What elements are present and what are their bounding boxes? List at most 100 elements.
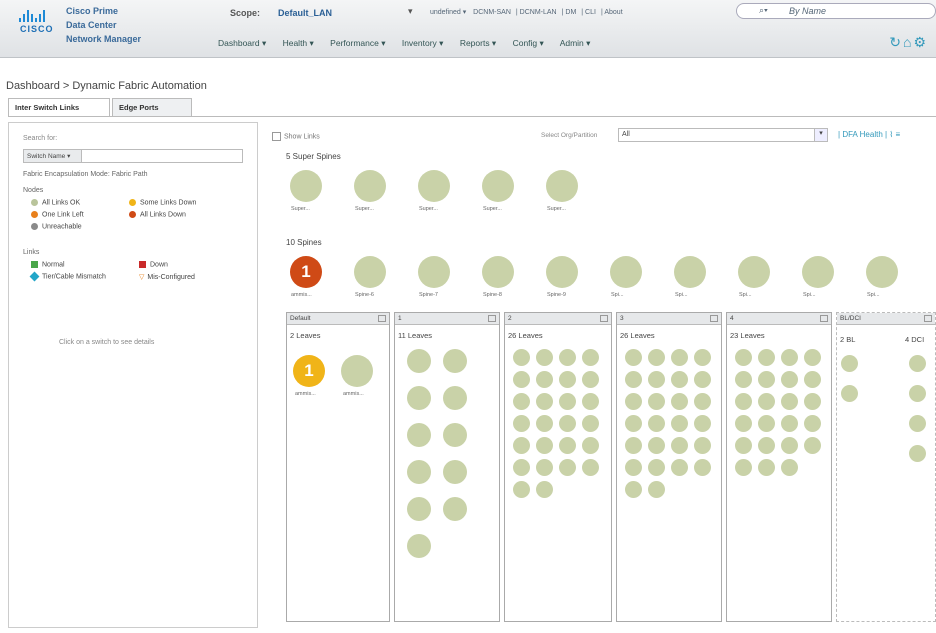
leaf-node[interactable]: [648, 437, 665, 454]
show-links-checkbox[interactable]: [272, 132, 281, 141]
leaf-node[interactable]: [407, 534, 431, 558]
leaf-node[interactable]: [625, 481, 642, 498]
leaf-node[interactable]: [781, 393, 798, 410]
super-spine-node[interactable]: [290, 170, 322, 202]
nav-performance[interactable]: Performance ▾: [330, 38, 385, 48]
settings-icon[interactable]: ⚙: [913, 34, 928, 50]
leaf-node[interactable]: [735, 459, 752, 476]
scope-caret-icon[interactable]: ▾: [408, 6, 413, 17]
home-icon[interactable]: ⌂: [903, 34, 913, 50]
leaf-node[interactable]: [804, 371, 821, 388]
leaf-node[interactable]: [804, 437, 821, 454]
scope-select[interactable]: Default_LAN: [278, 8, 332, 18]
leaf-node[interactable]: [648, 481, 665, 498]
leaf-node[interactable]: [781, 415, 798, 432]
leaf-node[interactable]: [582, 393, 599, 410]
leaf-node[interactable]: [694, 415, 711, 432]
dci-node[interactable]: [909, 415, 926, 432]
maximize-icon[interactable]: [820, 315, 828, 322]
leaf-node[interactable]: [559, 459, 576, 476]
leaf-node[interactable]: [625, 349, 642, 366]
leaf-node[interactable]: [671, 459, 688, 476]
spine-node[interactable]: [866, 256, 898, 288]
leaf-node[interactable]: [758, 437, 775, 454]
leaf-node[interactable]: [407, 497, 431, 521]
nav-inventory[interactable]: Inventory ▾: [402, 38, 444, 48]
leaf-node[interactable]: [694, 371, 711, 388]
leaf-node[interactable]: [443, 386, 467, 410]
leaf-node[interactable]: [694, 437, 711, 454]
chart-icon[interactable]: ⌇: [889, 130, 893, 139]
leaf-node[interactable]: [559, 349, 576, 366]
spine-node[interactable]: [418, 256, 450, 288]
leaf-node[interactable]: [671, 371, 688, 388]
spine-node[interactable]: [546, 256, 578, 288]
leaf-node[interactable]: [758, 371, 775, 388]
leaf-node[interactable]: [582, 349, 599, 366]
top-link-undefined[interactable]: undefined ▾: [430, 9, 466, 16]
leaf-node[interactable]: [513, 371, 530, 388]
top-link-dcnm-lan[interactable]: DCNM-LAN: [520, 9, 557, 16]
dfa-health-link[interactable]: DFA Health: [842, 130, 882, 139]
top-link-about[interactable]: About: [604, 9, 622, 16]
leaf-node[interactable]: [694, 393, 711, 410]
leaf-node[interactable]: [341, 355, 373, 387]
spine-node[interactable]: [802, 256, 834, 288]
leaf-node[interactable]: [804, 393, 821, 410]
leaf-node[interactable]: [735, 437, 752, 454]
border-leaf-node[interactable]: [841, 385, 858, 402]
top-link-dm[interactable]: DM: [565, 9, 576, 16]
leaf-node[interactable]: [625, 415, 642, 432]
leaf-node[interactable]: [648, 371, 665, 388]
leaf-node[interactable]: [758, 349, 775, 366]
leaf-node[interactable]: [513, 393, 530, 410]
leaf-node[interactable]: [407, 386, 431, 410]
leaf-node[interactable]: [407, 349, 431, 373]
global-search-input[interactable]: ⌕▾ By Name: [736, 3, 936, 19]
maximize-icon[interactable]: [488, 315, 496, 322]
nav-health[interactable]: Health ▾: [283, 38, 314, 48]
leaf-node[interactable]: [559, 393, 576, 410]
leaf-node[interactable]: [758, 415, 775, 432]
leaf-node[interactable]: [536, 415, 553, 432]
spine-node[interactable]: [610, 256, 642, 288]
spine-node[interactable]: [482, 256, 514, 288]
leaf-node[interactable]: [513, 415, 530, 432]
leaf-node[interactable]: [625, 393, 642, 410]
leaf-node[interactable]: [781, 437, 798, 454]
nav-reports[interactable]: Reports ▾: [460, 38, 496, 48]
leaf-node[interactable]: [735, 415, 752, 432]
switch-search-input[interactable]: Switch Name ▾: [23, 149, 243, 163]
leaf-node[interactable]: [536, 349, 553, 366]
org-select[interactable]: All ▾: [618, 128, 828, 142]
leaf-node[interactable]: [648, 415, 665, 432]
leaf-node[interactable]: [671, 349, 688, 366]
top-link-dcnm-san[interactable]: DCNM-SAN: [473, 9, 511, 16]
leaf-node[interactable]: [671, 393, 688, 410]
leaf-node[interactable]: [804, 349, 821, 366]
show-links-toggle[interactable]: Show Links: [272, 132, 320, 141]
super-spine-node[interactable]: [482, 170, 514, 202]
tab-inter-switch-links[interactable]: Inter Switch Links: [8, 98, 110, 117]
leaf-node[interactable]: [443, 349, 467, 373]
leaf-node[interactable]: [758, 393, 775, 410]
leaf-node[interactable]: [443, 497, 467, 521]
leaf-node[interactable]: [559, 437, 576, 454]
leaf-node[interactable]: [648, 393, 665, 410]
leaf-node[interactable]: [804, 415, 821, 432]
leaf-node[interactable]: [781, 459, 798, 476]
leaf-node[interactable]: [536, 459, 553, 476]
leaf-node[interactable]: [671, 415, 688, 432]
leaf-node[interactable]: [781, 349, 798, 366]
leaf-node[interactable]: [443, 423, 467, 447]
leaf-node[interactable]: [443, 460, 467, 484]
leaf-node[interactable]: [536, 481, 553, 498]
leaf-node[interactable]: 1: [293, 355, 325, 387]
leaf-node[interactable]: [648, 459, 665, 476]
spine-node[interactable]: [738, 256, 770, 288]
maximize-icon[interactable]: [378, 315, 386, 322]
maximize-icon[interactable]: [710, 315, 718, 322]
leaf-node[interactable]: [758, 459, 775, 476]
super-spine-node[interactable]: [418, 170, 450, 202]
top-link-cli[interactable]: CLI: [585, 9, 596, 16]
